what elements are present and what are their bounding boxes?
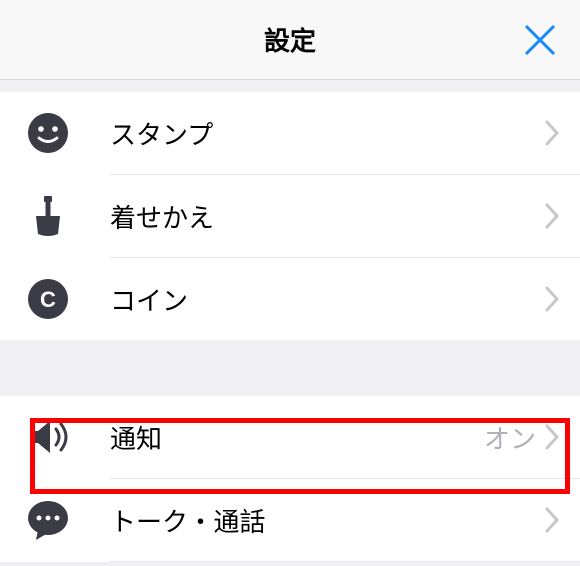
row-label: 通知 (110, 419, 484, 456)
chevron-right-icon (544, 119, 560, 147)
chevron-right-icon (544, 423, 560, 451)
svg-text:C: C (40, 287, 56, 312)
header: 設定 (0, 0, 580, 80)
close-icon (520, 20, 560, 60)
row-label: トーク・通話 (110, 502, 544, 539)
close-button[interactable] (520, 20, 560, 60)
row-talk-calls[interactable]: トーク・通話 (0, 479, 580, 561)
row-coins[interactable]: C コイン (0, 258, 580, 340)
speaker-icon (26, 415, 70, 459)
row-label: スタンプ (110, 115, 544, 152)
chevron-right-icon (544, 202, 560, 230)
coin-icon: C (26, 277, 70, 321)
chevron-right-icon (544, 506, 560, 534)
chevron-right-icon (544, 285, 560, 313)
row-themes[interactable]: 着せかえ (0, 175, 580, 257)
row-label: コイン (110, 281, 544, 318)
section-gap (0, 80, 580, 92)
section-shop: スタンプ 着せかえ C コイン (0, 92, 580, 340)
row-stamps[interactable]: スタンプ (0, 92, 580, 174)
row-value: オン (484, 419, 536, 456)
row-label: 着せかえ (110, 198, 544, 235)
smiley-icon (26, 111, 70, 155)
page-title: 設定 (264, 21, 316, 58)
section-general: 通知 オン トーク・通話 (0, 396, 580, 562)
section-gap (0, 340, 580, 396)
brush-icon (26, 194, 70, 238)
chat-icon (26, 498, 70, 542)
row-notifications[interactable]: 通知 オン (0, 396, 580, 478)
